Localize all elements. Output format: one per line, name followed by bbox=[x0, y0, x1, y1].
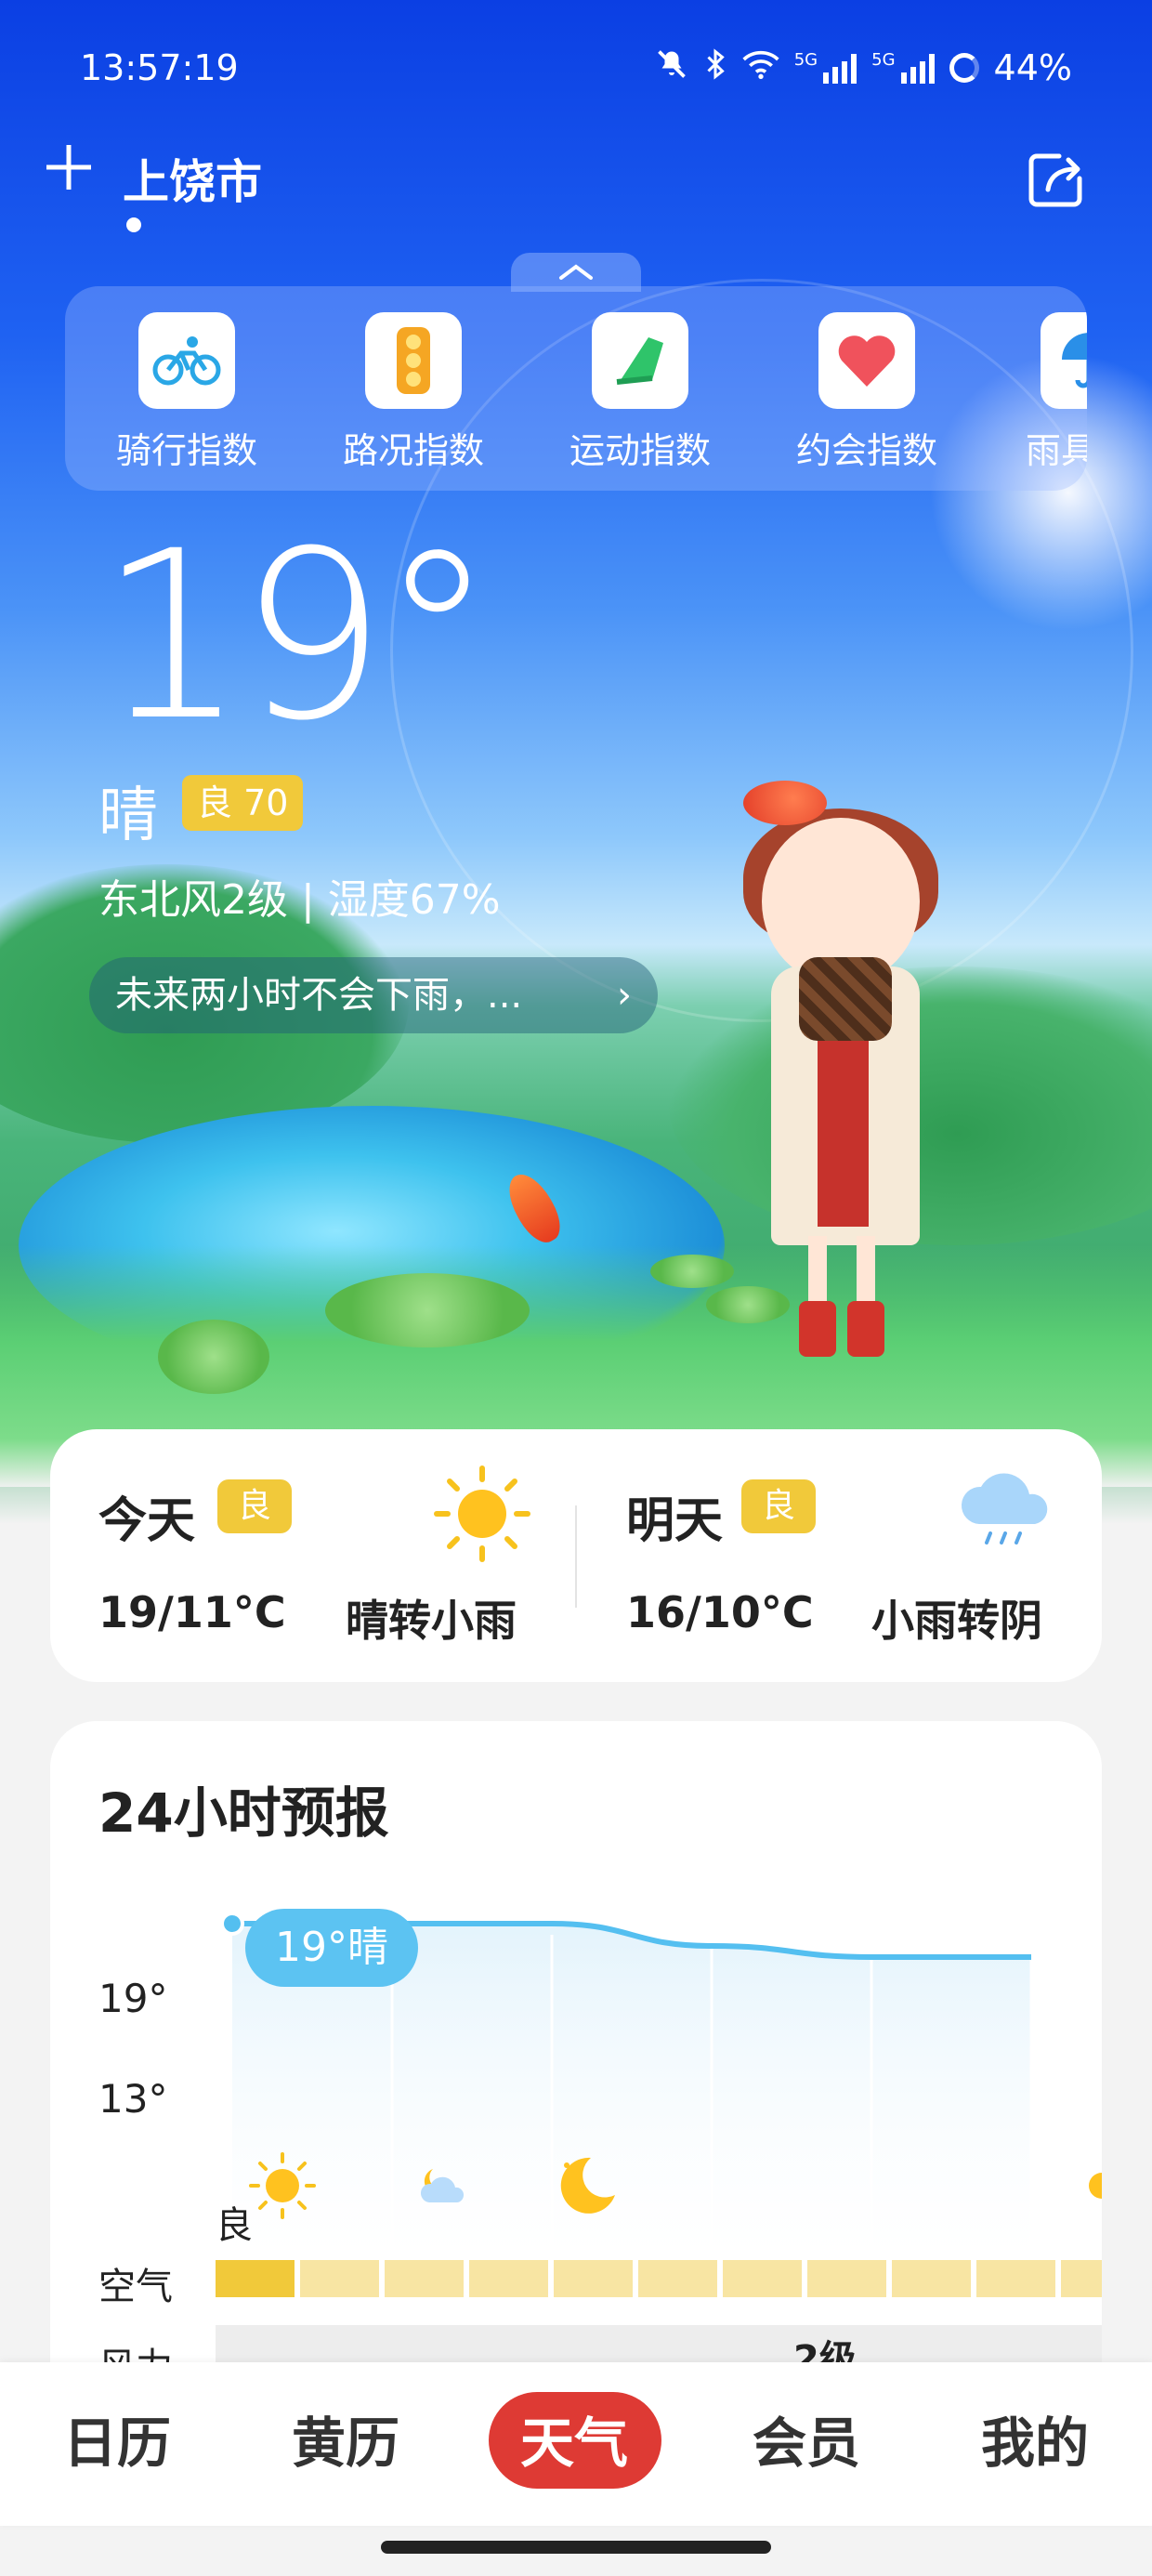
temperature-points bbox=[220, 1912, 244, 1936]
today-temp-range: 19/11°C bbox=[98, 1587, 286, 1637]
character-scarf bbox=[799, 957, 892, 1041]
character-boot bbox=[799, 1301, 836, 1357]
heart-icon bbox=[818, 312, 915, 409]
aqi-badge[interactable]: 良 70 bbox=[182, 775, 304, 831]
signal-icon: 5G bbox=[794, 52, 857, 84]
lily-pad bbox=[158, 1320, 269, 1394]
forecast-24h-card: 24小时预报 19° 13° 19°晴 良 空气 风力 2级 bbox=[50, 1721, 1102, 2372]
bottom-navigation: 日历 黄历 天气 会员 我的 bbox=[0, 2362, 1152, 2526]
index-traffic[interactable]: 路况指数 bbox=[325, 312, 502, 473]
aqi-bar bbox=[723, 2260, 802, 2297]
rain-forecast-pill[interactable]: 未来两小时不会下雨，... › bbox=[89, 957, 658, 1033]
data-point[interactable] bbox=[220, 1912, 244, 1936]
aqi-bars bbox=[216, 2260, 1102, 2297]
air-quality-label: 空气 bbox=[98, 2266, 173, 2308]
nav-almanac[interactable]: 黄历 bbox=[292, 2399, 399, 2477]
index-label: 运动指数 bbox=[569, 430, 711, 471]
lily-pad bbox=[650, 1255, 734, 1288]
status-icons: 5G 5G 44% bbox=[655, 45, 1072, 91]
umbrella-icon bbox=[1041, 312, 1087, 409]
index-label: 雨具 bbox=[1026, 430, 1087, 471]
battery-ring-icon bbox=[949, 53, 979, 83]
aqi-bar bbox=[554, 2260, 633, 2297]
character-dress bbox=[818, 1013, 869, 1227]
nav-calendar[interactable]: 日历 bbox=[63, 2399, 171, 2477]
page-indicator-dot bbox=[126, 217, 141, 232]
home-indicator[interactable] bbox=[381, 2541, 771, 2554]
daily-summary-card[interactable]: 今天 良 19/11°C 晴转小雨 明天 良 16/10°C 小雨转阴 bbox=[50, 1429, 1102, 1682]
current-condition: 晴 bbox=[98, 782, 158, 850]
signal-icon: 5G bbox=[871, 52, 935, 84]
tomorrow-aqi-badge: 良 bbox=[741, 1479, 817, 1533]
traffic-light-icon bbox=[365, 312, 462, 409]
index-label: 路况指数 bbox=[342, 430, 484, 471]
life-indices-panel: 骑行指数 路况指数 运动指数 约会指数 雨具 bbox=[65, 286, 1087, 491]
today-condition: 晴转小雨 bbox=[346, 1596, 517, 1646]
index-label: 骑行指数 bbox=[115, 430, 257, 471]
share-icon[interactable] bbox=[1022, 147, 1089, 214]
tomorrow-temp-range: 16/10°C bbox=[626, 1587, 814, 1637]
aqi-bar bbox=[469, 2260, 548, 2297]
divider bbox=[575, 1505, 577, 1608]
aqi-bar bbox=[892, 2260, 971, 2297]
character-leg bbox=[808, 1236, 827, 1310]
aqi-bar bbox=[216, 2260, 295, 2297]
wind-humidity: 东北风2级 | 湿度67% bbox=[98, 876, 501, 924]
aqi-bar bbox=[385, 2260, 464, 2297]
lily-pad bbox=[325, 1273, 530, 1347]
tomorrow-title: 明天 bbox=[626, 1493, 724, 1549]
character-leg bbox=[857, 1236, 875, 1310]
index-cycling[interactable]: 骑行指数 bbox=[98, 312, 275, 473]
character-fish-hat bbox=[743, 781, 827, 825]
bluetooth-icon bbox=[703, 47, 727, 88]
status-time: 13:57:19 bbox=[80, 47, 239, 88]
index-label: 约会指数 bbox=[795, 430, 937, 471]
wifi-icon bbox=[742, 48, 779, 87]
forecast-tooltip: 19°晴 bbox=[245, 1909, 418, 1987]
forecast-title: 24小时预报 bbox=[98, 1781, 389, 1845]
tomorrow-condition: 小雨转阴 bbox=[871, 1596, 1042, 1646]
nav-weather[interactable]: 天气 bbox=[520, 2399, 628, 2477]
nav-membership[interactable]: 会员 bbox=[753, 2399, 860, 2477]
sneaker-icon bbox=[592, 312, 688, 409]
aqi-bar bbox=[638, 2260, 717, 2297]
current-temperature: 19° bbox=[98, 501, 495, 771]
character-boot bbox=[847, 1301, 884, 1357]
sun-icon bbox=[1089, 2173, 1102, 2199]
today-aqi-badge: 良 bbox=[217, 1479, 293, 1533]
aqi-label: 良 bbox=[216, 2204, 253, 2247]
sun-icon bbox=[431, 1463, 533, 1569]
aqi-bar bbox=[300, 2260, 379, 2297]
plus-icon[interactable] bbox=[41, 139, 97, 195]
aqi-bar bbox=[1061, 2260, 1102, 2297]
cloud-rain-icon bbox=[953, 1463, 1057, 1559]
aqi-bar bbox=[807, 2260, 886, 2297]
today-title: 今天 bbox=[98, 1493, 196, 1549]
lily-pad bbox=[706, 1286, 790, 1323]
mute-icon bbox=[655, 47, 688, 88]
chevron-right-icon: › bbox=[617, 974, 632, 1017]
y-label-high: 19° bbox=[98, 1976, 168, 2021]
rain-forecast-text: 未来两小时不会下雨，... bbox=[115, 974, 523, 1017]
index-dating[interactable]: 约会指数 bbox=[779, 312, 955, 473]
battery-percent: 44% bbox=[993, 47, 1072, 88]
city-name[interactable]: 上饶市 bbox=[123, 145, 262, 212]
index-rain-gear[interactable]: 雨具 bbox=[1005, 312, 1087, 473]
aqi-bar bbox=[976, 2260, 1055, 2297]
y-label-low: 13° bbox=[98, 2076, 168, 2122]
nav-me[interactable]: 我的 bbox=[981, 2399, 1089, 2477]
bicycle-icon bbox=[138, 312, 235, 409]
index-sport[interactable]: 运动指数 bbox=[552, 312, 728, 473]
